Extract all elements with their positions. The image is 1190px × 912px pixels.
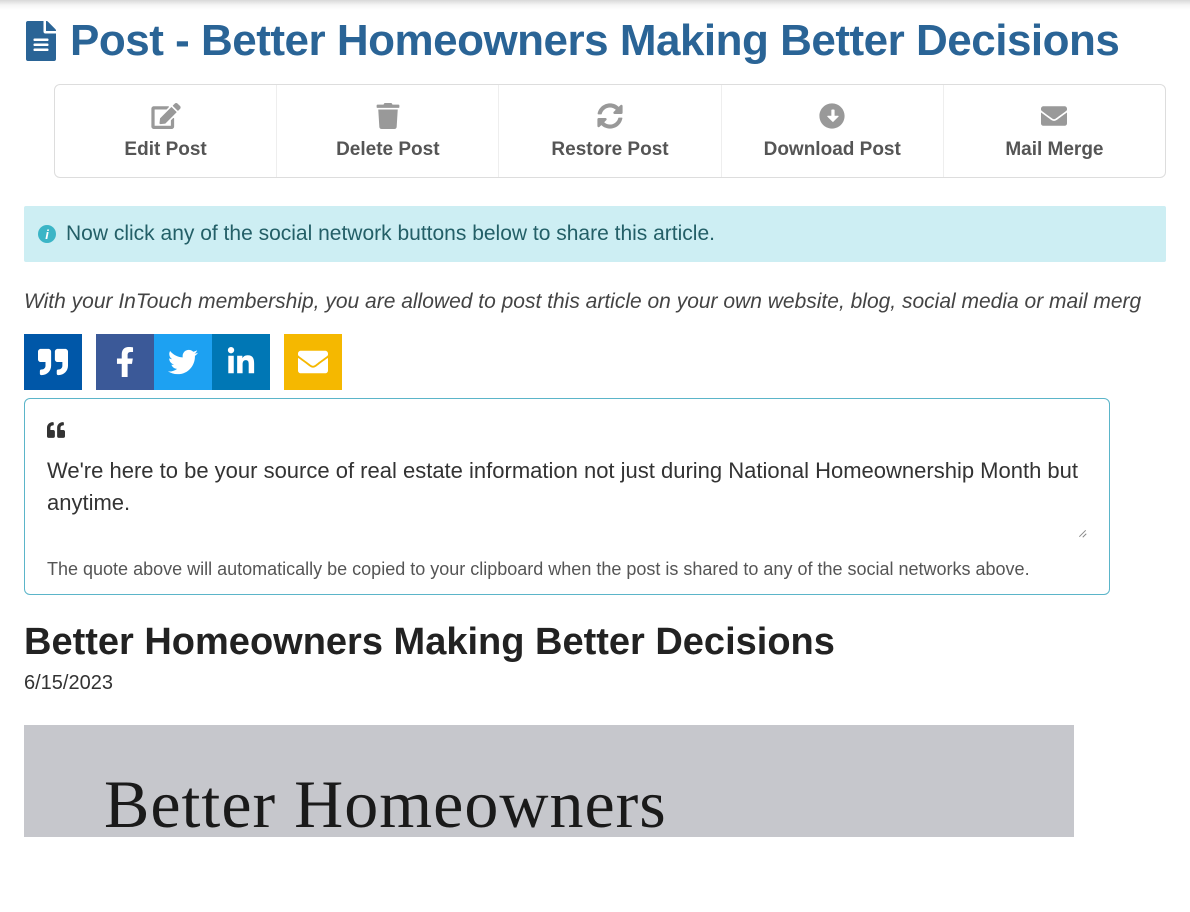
email-icon [298, 347, 328, 377]
download-post-button[interactable]: Download Post [722, 85, 944, 177]
file-icon [24, 21, 58, 61]
share-linkedin-button[interactable] [212, 334, 270, 390]
twitter-icon [168, 347, 198, 377]
page-title-text: Post - Better Homeowners Making Better D… [70, 16, 1119, 66]
share-twitter-button[interactable] [154, 334, 212, 390]
share-buttons-row [24, 334, 1166, 390]
quote-card: We're here to be your source of real est… [24, 398, 1110, 595]
membership-note: With your InTouch membership, you are al… [24, 290, 1166, 314]
top-gradient [0, 0, 1190, 10]
article-date: 6/15/2023 [24, 672, 1166, 695]
trash-icon [373, 103, 403, 129]
mail-merge-button[interactable]: Mail Merge [944, 85, 1165, 177]
quote-help-text: The quote above will automatically be co… [47, 559, 1087, 580]
article-hero-image: Better Homeowners [24, 725, 1074, 837]
restore-post-button[interactable]: Restore Post [499, 85, 721, 177]
delete-label: Delete Post [336, 139, 439, 160]
quote-text: We're here to be your source of real est… [47, 458, 1078, 515]
title-main: Better Homeowners Making Better Decision… [201, 16, 1119, 65]
title-prefix: Post - [70, 16, 201, 65]
article-title: Better Homeowners Making Better Decision… [24, 621, 1166, 664]
edit-label: Edit Post [124, 139, 206, 160]
restore-label: Restore Post [551, 139, 668, 160]
edit-icon [151, 103, 181, 129]
facebook-icon [110, 347, 140, 377]
share-facebook-button[interactable] [96, 334, 154, 390]
quote-textarea[interactable]: We're here to be your source of real est… [47, 455, 1087, 519]
hero-text: Better Homeowners [104, 765, 1074, 837]
alert-text: Now click any of the social network butt… [66, 222, 715, 246]
download-label: Download Post [764, 139, 901, 160]
resize-handle-icon[interactable] [1075, 525, 1087, 537]
page-title: Post - Better Homeowners Making Better D… [24, 16, 1166, 66]
page-container: Post - Better Homeowners Making Better D… [0, 16, 1190, 837]
delete-post-button[interactable]: Delete Post [277, 85, 499, 177]
mailmerge-label: Mail Merge [1005, 139, 1103, 160]
refresh-icon [595, 103, 625, 129]
post-toolbar: Edit Post Delete Post Restore Post Downl… [54, 84, 1166, 178]
quote-left-icon [47, 421, 1087, 445]
edit-post-button[interactable]: Edit Post [55, 85, 277, 177]
share-alert: i Now click any of the social network bu… [24, 206, 1166, 262]
download-icon [817, 103, 847, 129]
linkedin-icon [226, 347, 256, 377]
envelope-icon [1039, 103, 1069, 129]
share-quote-button[interactable] [24, 334, 82, 390]
info-icon: i [38, 225, 56, 243]
quote-icon [38, 347, 68, 377]
share-email-button[interactable] [284, 334, 342, 390]
